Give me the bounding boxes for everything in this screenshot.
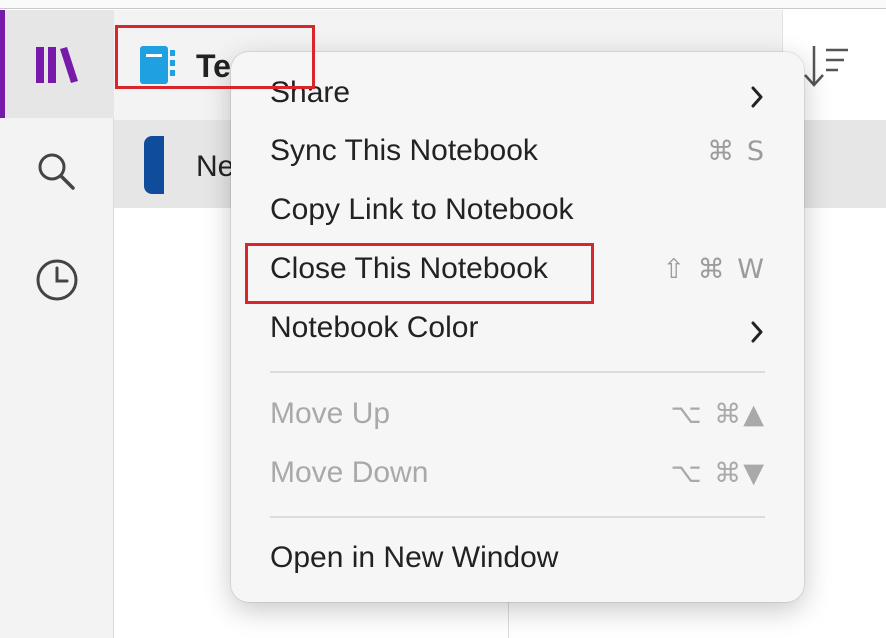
navigation-rail xyxy=(0,10,114,638)
menu-item-label: Sync This Notebook xyxy=(270,134,538,167)
search-icon xyxy=(38,153,75,190)
shortcut-label: ⇧ ⌘ W xyxy=(662,254,766,285)
menu-item-move-down[interactable]: Move Down ⌥ ⌘▼ xyxy=(231,447,804,505)
shortcut-label: ⌘ S xyxy=(707,136,766,167)
menu-item-label: Open in New Window xyxy=(270,541,559,574)
sort-icon[interactable] xyxy=(800,42,850,95)
shortcut-label: ⌥ ⌘▼ xyxy=(670,458,766,489)
menu-item-sync-notebook[interactable]: Sync This Notebook ⌘ S xyxy=(231,125,804,183)
highlight-box-notebook-title xyxy=(115,25,315,89)
chevron-right-icon xyxy=(751,86,763,108)
highlight-box-close-notebook xyxy=(245,243,594,304)
section-label[interactable]: Ne xyxy=(196,150,234,184)
library-icon xyxy=(36,47,78,83)
section-color-tab xyxy=(144,136,164,194)
rail-item-recent[interactable] xyxy=(0,226,114,334)
rail-item-search[interactable] xyxy=(0,118,114,226)
menu-item-copy-link[interactable]: Copy Link to Notebook xyxy=(231,184,804,242)
menu-separator xyxy=(270,371,765,373)
menu-item-share[interactable]: Share xyxy=(231,67,804,125)
menu-item-label: Move Down xyxy=(270,456,429,489)
rail-item-notebooks[interactable] xyxy=(0,10,114,118)
menu-item-label: Move Up xyxy=(270,397,391,430)
shortcut-label: ⌥ ⌘▲ xyxy=(670,399,766,430)
window-top-border xyxy=(0,0,886,9)
menu-item-open-new-window[interactable]: Open in New Window xyxy=(231,532,804,590)
menu-item-notebook-color[interactable]: Notebook Color xyxy=(231,302,804,360)
chevron-right-icon xyxy=(751,321,763,343)
menu-item-label: Copy Link to Notebook xyxy=(270,193,574,226)
menu-item-move-up[interactable]: Move Up ⌥ ⌘▲ xyxy=(231,388,804,446)
clock-icon xyxy=(36,259,78,301)
menu-item-label: Notebook Color xyxy=(270,311,479,344)
menu-separator xyxy=(270,516,765,518)
context-menu: Share Sync This Notebook ⌘ S Copy Link t… xyxy=(231,52,804,602)
